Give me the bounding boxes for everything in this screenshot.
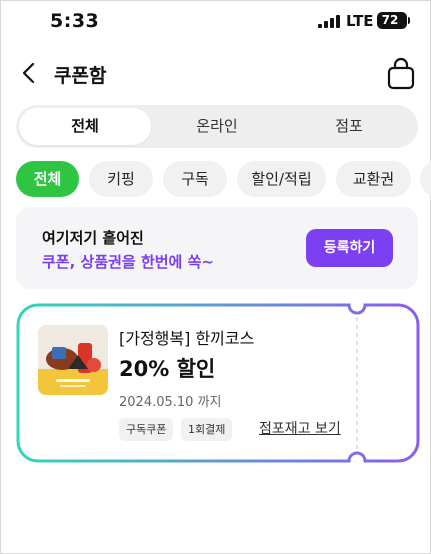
page-title: 쿠폰함 bbox=[54, 65, 107, 87]
chip-keeping[interactable]: 키핑 bbox=[89, 161, 153, 197]
signal-icon bbox=[318, 15, 340, 28]
coupon-tag: 구독쿠폰 bbox=[119, 418, 174, 441]
banner-subtitle: 쿠폰, 상품권을 한번에 쏙~ bbox=[42, 253, 214, 271]
battery-icon: 72 bbox=[377, 12, 410, 29]
shopping-bag-icon bbox=[387, 57, 415, 90]
register-banner: 여기저기 흩어진 쿠폰, 상품권을 한번에 쏙~ 등록하기 bbox=[16, 207, 418, 289]
shopping-bag-button[interactable] bbox=[384, 56, 418, 92]
filter-chips: 전체 키핑 구독 할인/적립 교환권 bbox=[16, 161, 431, 199]
coupon-card[interactable]: [가정행복] 한끼코스 20% 할인 2024.05.10 까지 구독쿠폰 1회… bbox=[16, 303, 420, 463]
header: 쿠폰함 bbox=[0, 52, 431, 96]
chip-voucher[interactable]: 교환권 bbox=[336, 161, 411, 197]
coupon-title: [가정행복] 한끼코스 bbox=[119, 329, 255, 348]
tab-all[interactable]: 전체 bbox=[19, 108, 151, 145]
chevron-left-icon bbox=[22, 62, 35, 84]
product-image bbox=[38, 325, 108, 395]
banner-title: 여기저기 흩어진 bbox=[42, 229, 144, 247]
coupon-expiry: 2024.05.10 까지 bbox=[119, 395, 222, 410]
chip-subscription[interactable]: 구독 bbox=[163, 161, 227, 197]
tab-store[interactable]: 점포 bbox=[283, 108, 415, 145]
coupon-tag: 1회결제 bbox=[181, 418, 233, 441]
segment-tabs: 전체 온라인 점포 bbox=[16, 105, 418, 148]
battery-level: 72 bbox=[381, 13, 399, 27]
chip-all[interactable]: 전체 bbox=[16, 161, 79, 197]
status-time: 5:33 bbox=[50, 10, 100, 32]
chip-discount-points[interactable]: 할인/적립 bbox=[237, 161, 326, 197]
tab-online[interactable]: 온라인 bbox=[151, 108, 283, 145]
status-bar: 5:33 LTE 72 bbox=[0, 0, 431, 44]
coupon-discount: 20% 할인 bbox=[119, 357, 216, 381]
store-stock-link[interactable]: 점포재고 보기 bbox=[259, 418, 341, 438]
network-type: LTE bbox=[346, 12, 374, 30]
back-button[interactable] bbox=[14, 58, 44, 88]
register-button[interactable]: 등록하기 bbox=[306, 229, 393, 267]
chip-more[interactable] bbox=[420, 161, 431, 197]
